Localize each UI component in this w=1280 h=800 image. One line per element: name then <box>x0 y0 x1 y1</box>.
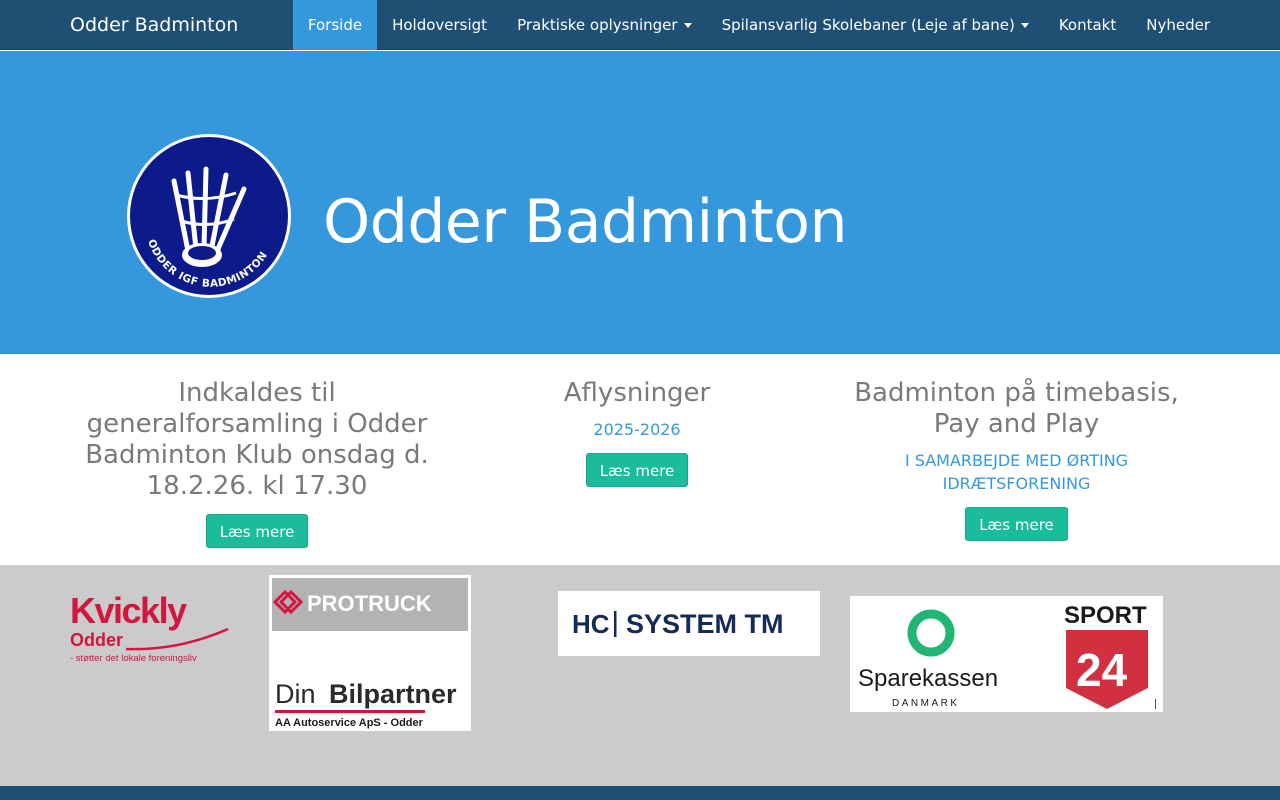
bilpartner-name: Bilpartner <box>329 679 457 709</box>
sponsor-section: Kvickly Odder - støtter det lokale foren… <box>0 565 1280 786</box>
news-item: Badminton på timebasis, Pay and Play I S… <box>843 378 1190 541</box>
news-title[interactable]: Aflysninger <box>547 378 727 409</box>
kvickly-town: Odder <box>70 630 123 650</box>
caret-down-icon <box>683 23 692 28</box>
news-subtitle: 2025-2026 <box>593 420 681 439</box>
news-item: Indkaldes til generalforsamling i Odder … <box>80 378 434 548</box>
news-subtitle: I SAMARBEJDE MED ØRTING IDRÆTSFORENING <box>904 451 1129 493</box>
protruck-name: PROTRUCK <box>307 591 432 616</box>
sport24-number: 24 <box>1076 644 1128 696</box>
system-mark: HC <box>572 609 610 639</box>
nav-item-label: Holdoversigt <box>392 16 488 34</box>
top-navbar: Odder Badminton Forside Holdoversigt Pra… <box>0 0 1280 50</box>
bilpartner-din: Din <box>275 679 316 709</box>
nav-item-holdoversigt[interactable]: Holdoversigt <box>377 0 502 50</box>
kvickly-tagline: - støtter det lokale foreningsliv <box>70 653 197 664</box>
news-title[interactable]: Badminton på timebasis, Pay and Play <box>843 378 1190 440</box>
hero-title: Odder Badminton <box>323 187 847 257</box>
kvickly-name: Kvickly <box>70 593 187 631</box>
footer-bar <box>0 786 1280 800</box>
system-name: SYSTEM TM <box>626 609 784 639</box>
main-nav: Forside Holdoversigt Praktiske oplysning… <box>292 0 1225 50</box>
nav-item-label: Forside <box>307 16 363 34</box>
sparekassen-sport24-sponsor-logo[interactable]: Sparekassen DANMARK SPORT 24 <box>850 596 1163 712</box>
system-tm-sponsor-logo[interactable]: HC SYSTEM TM <box>558 591 820 656</box>
protruck-sponsor-logo[interactable]: PROTRUCK Din Bilpartner AA Autoservice A… <box>269 575 471 731</box>
nav-item-label: Kontakt <box>1058 16 1117 34</box>
news-title[interactable]: Indkaldes til generalforsamling i Odder … <box>80 378 434 502</box>
bilpartner-sub: AA Autoservice ApS - Odder <box>275 717 424 729</box>
hero-banner: ODDER IGF BADMINTON Odder Badminton <box>0 51 1280 354</box>
nav-item-label: Nyheder <box>1146 16 1210 34</box>
sparekassen-sub: DANMARK <box>892 698 960 709</box>
read-more-button[interactable]: Læs mere <box>585 453 689 487</box>
nav-item-skolebaner[interactable]: Spilansvarlig Skolebaner (Leje af bane) <box>707 0 1044 50</box>
nav-item-nyheder[interactable]: Nyheder <box>1131 0 1225 50</box>
news-item: Aflysninger 2025-2026 Læs mere <box>547 378 727 487</box>
read-more-button[interactable]: Læs mere <box>965 507 1068 541</box>
read-more-button[interactable]: Læs mere <box>205 514 309 548</box>
brand-link[interactable]: Odder Badminton <box>70 0 238 50</box>
sport24-name: SPORT <box>1064 602 1147 629</box>
nav-item-forside[interactable]: Forside <box>292 0 378 50</box>
kvickly-sponsor-logo[interactable]: Kvickly Odder - støtter det lokale foren… <box>68 593 236 665</box>
caret-down-icon <box>1020 23 1029 28</box>
nav-item-label: Praktiske oplysninger <box>517 16 678 34</box>
nav-item-praktiske-oplysninger[interactable]: Praktiske oplysninger <box>502 0 707 50</box>
sparekassen-name: Sparekassen <box>858 665 998 692</box>
nav-item-label: Spilansvarlig Skolebaner (Leje af bane) <box>721 16 1015 34</box>
club-logo: ODDER IGF BADMINTON <box>127 134 291 298</box>
news-section: Indkaldes til generalforsamling i Odder … <box>0 354 1280 565</box>
nav-item-kontakt[interactable]: Kontakt <box>1044 0 1131 50</box>
